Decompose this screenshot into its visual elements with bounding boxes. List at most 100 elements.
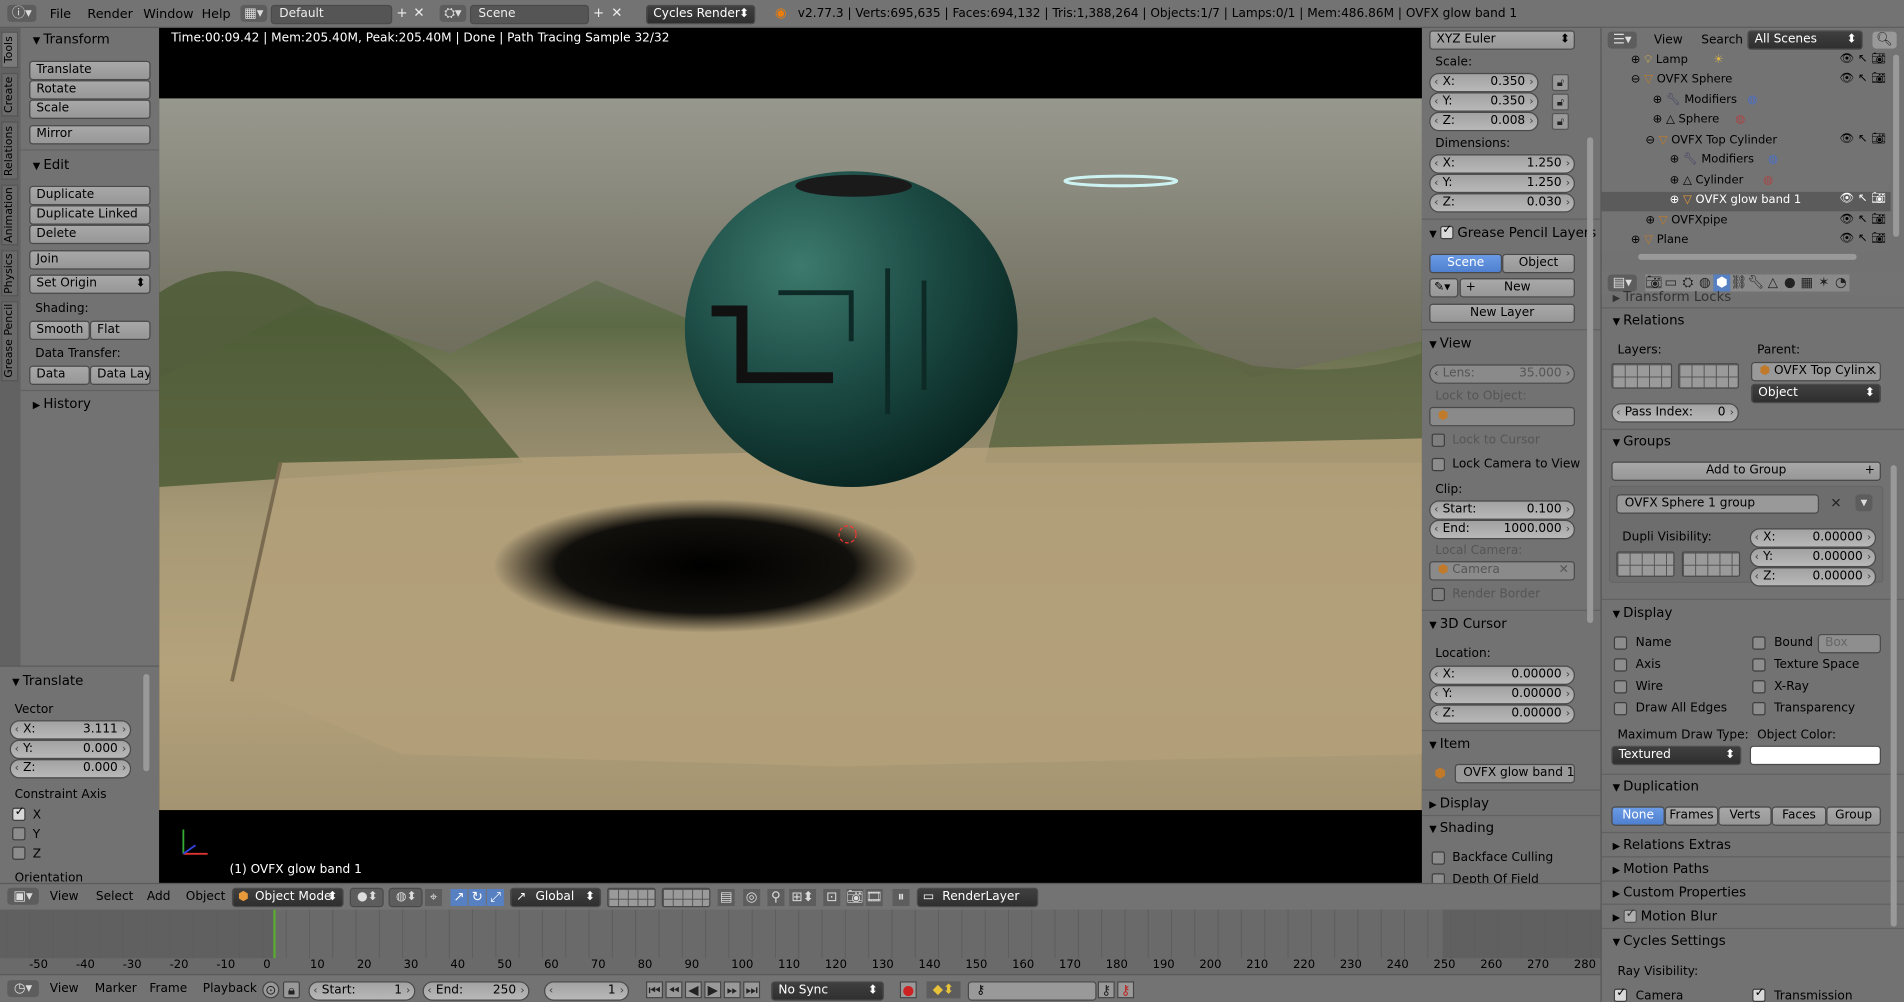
xray-checkbox[interactable]	[1752, 680, 1766, 694]
mirror-button[interactable]: Mirror	[29, 125, 151, 145]
shading-panel-title[interactable]: Shading	[1429, 820, 1494, 836]
lock-layers-icon[interactable]: ▤	[717, 889, 735, 907]
tab-grease-pencil[interactable]: Grease Pencil	[1, 301, 19, 382]
flat-button[interactable]: Flat	[89, 320, 151, 341]
parent-type-select[interactable]: Object ⬍	[1751, 383, 1881, 404]
display-panel-title[interactable]: Display	[1429, 795, 1489, 811]
lock-icon[interactable]: 🔓︎	[1551, 93, 1569, 111]
set-origin-select[interactable]: Set Origin ⬍	[29, 274, 151, 294]
particles-tab-icon[interactable]: ✶	[1815, 274, 1833, 292]
max-draw-type-select[interactable]: Textured ⬍	[1611, 745, 1742, 766]
group-name-field[interactable]: OVFX Sphere 1 group	[1616, 494, 1820, 514]
translate-button[interactable]: Translate	[29, 60, 151, 81]
view3d-menu-view[interactable]: View	[50, 890, 79, 903]
dup-verts-tab[interactable]: Verts	[1718, 806, 1772, 826]
tab-relations[interactable]: Relations	[1, 121, 19, 180]
tab-animation[interactable]: Animation	[1, 184, 19, 246]
motion-blur-title[interactable]: Motion Blur	[1613, 907, 1717, 924]
end-frame-field[interactable]: End:250	[422, 981, 530, 1001]
outliner-row[interactable]: ⊕ △ Cylinder ◍	[1602, 172, 1891, 191]
jump-start-icon[interactable]: ⏮︎	[646, 981, 664, 999]
transform-orientation-select[interactable]: ↗ Global ⬍	[510, 887, 602, 908]
proportional-edit-icon[interactable]: ◎	[743, 889, 761, 907]
current-frame-field[interactable]: 1	[544, 981, 630, 1001]
scene-icon[interactable]: ⛭▾	[439, 4, 467, 22]
n-panel-scrollbar[interactable]	[1587, 137, 1594, 624]
gp-new-layer-button[interactable]: New Layer	[1429, 303, 1575, 324]
layers-grid-left[interactable]	[1611, 363, 1673, 389]
cursor-y-field[interactable]: Y:0.00000	[1429, 684, 1575, 705]
grease-pencil-checkbox[interactable]	[1439, 223, 1454, 239]
view3d-menu-object[interactable]: Object	[186, 890, 226, 903]
translate-manipulator-icon[interactable]: ↗	[450, 889, 468, 907]
search-icon[interactable]: 🔍︎	[1872, 31, 1897, 49]
timeline-menu-playback[interactable]: Playback	[203, 983, 257, 996]
vector-y-field[interactable]: Y:0.000	[9, 739, 132, 760]
outliner-row[interactable]: ⊖ ▽ OVFX Sphere 👁︎ ↖ 📷︎	[1602, 72, 1891, 91]
outliner-row[interactable]: ⊕ 🔧︎ Modifiers ◍	[1602, 152, 1891, 171]
outliner-menu-search[interactable]: Search	[1701, 34, 1743, 47]
transform-panel-title[interactable]: Transform	[33, 32, 110, 48]
lock-camera-checkbox[interactable]	[1431, 457, 1446, 472]
lock-icon[interactable]: 🔓︎	[1551, 112, 1569, 130]
outliner-row[interactable]: ⊖ ▽ OVFX Top Cylinder 👁︎ ↖ 📷︎	[1602, 132, 1891, 151]
manipulator-icon[interactable]: ⌖	[425, 889, 443, 907]
gp-object-tab[interactable]: Object	[1502, 253, 1575, 274]
clip-end-field[interactable]: End:1000.000	[1429, 519, 1575, 540]
snap-target-icon[interactable]: ⊡	[823, 889, 841, 907]
scale-y-field[interactable]: Y:0.350	[1429, 92, 1539, 112]
constraint-x-checkbox[interactable]	[12, 805, 26, 822]
object-color-swatch[interactable]	[1749, 745, 1881, 766]
scale-z-field[interactable]: Z:0.008	[1429, 111, 1539, 132]
depth-of-field-checkbox[interactable]	[1431, 873, 1446, 883]
remove-group-icon[interactable]: ✕	[1828, 496, 1845, 513]
transform-locks-title[interactable]: Transform Locks	[1613, 289, 1731, 305]
menu-render[interactable]: Render	[87, 7, 132, 22]
display-title[interactable]: Display	[1613, 605, 1672, 621]
lock-icon[interactable]: 🔓︎	[1551, 74, 1569, 92]
outliner-row[interactable]: ⊕ 💡︎ Lamp ☀ 👁︎ ↖ 📷︎	[1602, 52, 1891, 71]
jump-keyframe-back-icon[interactable]: ⏪︎	[665, 981, 683, 999]
view3d-menu-select[interactable]: Select	[96, 890, 133, 903]
record-icon[interactable]: ●	[899, 981, 917, 999]
timeline-menu-marker[interactable]: Marker	[95, 983, 137, 996]
group-offset-x-field[interactable]: X:0.00000	[1749, 528, 1877, 548]
scale-x-field[interactable]: X:0.350	[1429, 72, 1539, 93]
tab-tools[interactable]: Tools	[1, 31, 19, 69]
dup-faces-tab[interactable]: Faces	[1771, 806, 1827, 826]
current-frame-marker[interactable]	[273, 909, 276, 959]
operator-title[interactable]: Translate	[12, 673, 84, 689]
lock-to-cursor-checkbox[interactable]	[1431, 433, 1446, 447]
jump-end-icon[interactable]: ⏭︎	[743, 981, 761, 999]
duplicate-linked-button[interactable]: Duplicate Linked	[29, 205, 151, 225]
keying-set-icon[interactable]: ◆⬍	[926, 981, 961, 999]
history-panel-title[interactable]: History	[33, 396, 91, 412]
play-icon[interactable]: ▶	[704, 981, 722, 999]
add-scene-icon[interactable]: +	[590, 5, 607, 22]
3d-cursor-panel-title[interactable]: 3D Cursor	[1429, 616, 1507, 632]
pass-index-field[interactable]: Pass Index:0	[1611, 403, 1739, 423]
menu-help[interactable]: Help	[202, 7, 231, 22]
remove-layout-icon[interactable]: ✕	[410, 5, 427, 22]
snap-element-icon[interactable]: ⊞⬍	[789, 889, 817, 907]
start-frame-field[interactable]: Start:1	[308, 981, 416, 1001]
tab-create[interactable]: Create	[1, 72, 19, 117]
pivot-select[interactable]: ◍⬍	[388, 887, 423, 908]
add-to-group-button[interactable]: Add to Group +	[1611, 461, 1881, 481]
texture-tab-icon[interactable]: ▦	[1798, 274, 1816, 292]
gp-new-button[interactable]: + New	[1459, 278, 1575, 298]
screen-layout-icon[interactable]: ▦▾	[240, 4, 268, 22]
dim-y-field[interactable]: Y:1.250	[1429, 173, 1575, 194]
rotate-button[interactable]: Rotate	[29, 80, 151, 100]
join-button[interactable]: Join	[29, 250, 151, 270]
outliner-row[interactable]: ⊕ △ Sphere ◍	[1602, 112, 1891, 131]
opengl-render-icon[interactable]: 📷︎	[846, 889, 864, 907]
dim-x-field[interactable]: X:1.250	[1429, 154, 1575, 174]
scene-layers-grid-left[interactable]	[607, 887, 656, 908]
view-panel-title[interactable]: View	[1429, 335, 1472, 351]
sync-select[interactable]: No Sync ⬍	[771, 981, 885, 1001]
scale-manipulator-icon[interactable]: ⤢	[486, 889, 504, 907]
delete-button[interactable]: Delete	[29, 224, 151, 245]
outliner-row[interactable]: ⊕ 🔧︎ Modifiers ◍	[1602, 92, 1891, 111]
clip-start-field[interactable]: Start:0.100	[1429, 500, 1575, 520]
